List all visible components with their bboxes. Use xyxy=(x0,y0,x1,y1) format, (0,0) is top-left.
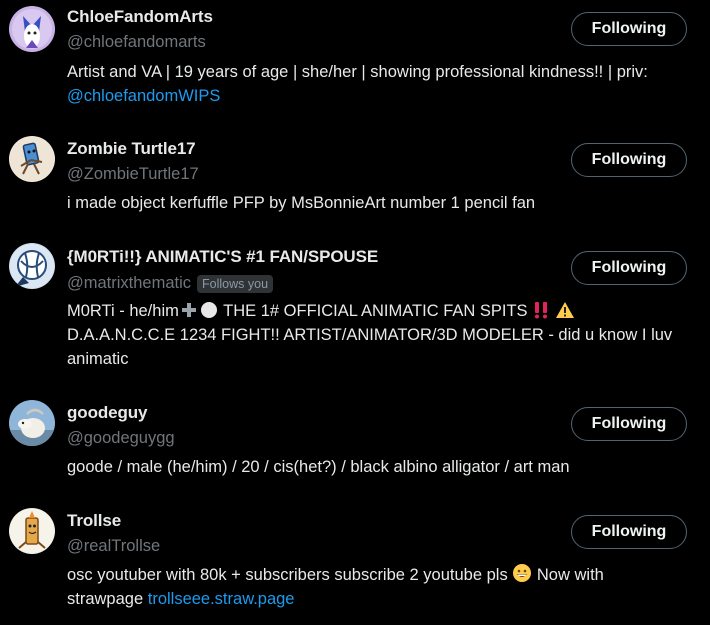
grinning-emoji xyxy=(513,564,532,582)
following-button[interactable]: Following xyxy=(571,12,687,46)
user-bio: Artist and VA | 19 years of age | she/he… xyxy=(67,60,684,108)
user-bio: i made object kerfuffle PFP by MsBonnieA… xyxy=(67,191,684,215)
user-name[interactable]: goodeguy xyxy=(67,403,148,423)
avatar-chloe[interactable] xyxy=(9,6,55,52)
avatar-zombie-turtle-image xyxy=(9,136,55,182)
bio-text: Artist and VA | 19 years of age | she/he… xyxy=(67,63,648,81)
bio-text: i made object kerfuffle PFP by MsBonnieA… xyxy=(67,194,536,212)
avatar-morti[interactable] xyxy=(9,243,55,289)
user-handle[interactable]: @ZombieTurtle17 xyxy=(67,165,199,184)
bio-text-part1: osc youtuber with 80k + subscribers subs… xyxy=(67,566,508,584)
user-cell-chloefandomarts[interactable]: ChloeFandomArts @chloefandomarts Artist … xyxy=(0,0,710,118)
following-button[interactable]: Following xyxy=(571,407,687,441)
user-name[interactable]: {M0RTi!!} ANIMATIC'S #1 FAN/SPOUSE xyxy=(67,247,378,267)
user-cell-zombieturtle17[interactable]: Zombie Turtle17 @ZombieTurtle17 i made o… xyxy=(0,118,710,226)
user-handle[interactable]: @chloefandomarts xyxy=(67,33,206,52)
user-bio: M0RTi - he/him THE 1# OFFICIAL ANIMATIC … xyxy=(67,299,684,371)
avatar-goodeguy-image xyxy=(9,400,55,446)
bio-text-part2: THE 1# OFFICIAL ANIMATIC FAN SPITS xyxy=(223,302,528,320)
white-circle-emoji xyxy=(200,302,217,318)
user-handle-row: @chloefandomarts xyxy=(67,33,206,52)
following-button[interactable]: Following xyxy=(571,251,687,285)
user-name[interactable]: Trollse xyxy=(67,511,121,531)
user-cell-goodeguygg[interactable]: goodeguy @goodeguygg goode / male (he/hi… xyxy=(0,382,710,490)
user-bio: osc youtuber with 80k + subscribers subs… xyxy=(67,563,684,611)
plus-emoji xyxy=(181,303,196,317)
avatar-chloe-image xyxy=(9,6,55,52)
user-name[interactable]: Zombie Turtle17 xyxy=(67,139,196,159)
user-cell-matrixthematic[interactable]: {M0RTi!!} ANIMATIC'S #1 FAN/SPOUSE @matr… xyxy=(0,226,710,382)
user-handle-row: @goodeguygg xyxy=(67,429,175,448)
avatar-goodeguy[interactable] xyxy=(9,400,55,446)
bio-text-part1: M0RTi - he/him xyxy=(67,302,179,320)
avatar-trollse-image xyxy=(9,508,55,554)
following-button[interactable]: Following xyxy=(571,515,687,549)
following-button[interactable]: Following xyxy=(571,143,687,177)
double-exclamation-emoji xyxy=(535,302,548,319)
bio-text: goode / male (he/him) / 20 / cis(het?) /… xyxy=(67,458,570,476)
bio-link[interactable]: trollseee.straw.page xyxy=(148,590,295,608)
user-name[interactable]: ChloeFandomArts xyxy=(67,7,213,27)
bio-text-part3: D.A.A.N.C.C.E 1234 FIGHT!! ARTIST/ANIMAT… xyxy=(67,326,673,368)
user-cell-realtrollse[interactable]: Trollse @realTrollse osc youtuber with 8… xyxy=(0,490,710,625)
user-handle[interactable]: @matrixthematic xyxy=(67,274,191,293)
avatar-zombie-turtle[interactable] xyxy=(9,136,55,182)
bio-link[interactable]: @chloefandomWIPS xyxy=(67,87,220,105)
user-handle[interactable]: @goodeguygg xyxy=(67,429,175,448)
user-handle-row: @ZombieTurtle17 xyxy=(67,165,199,184)
avatar-morti-image xyxy=(9,243,55,289)
avatar-trollse[interactable] xyxy=(9,508,55,554)
user-bio: goode / male (he/him) / 20 / cis(het?) /… xyxy=(67,455,684,479)
warning-emoji xyxy=(555,302,574,318)
follows-you-badge: Follows you xyxy=(197,274,274,293)
user-handle[interactable]: @realTrollse xyxy=(67,537,160,556)
user-handle-row: @matrixthematic Follows you xyxy=(67,274,274,293)
user-handle-row: @realTrollse xyxy=(67,537,160,556)
